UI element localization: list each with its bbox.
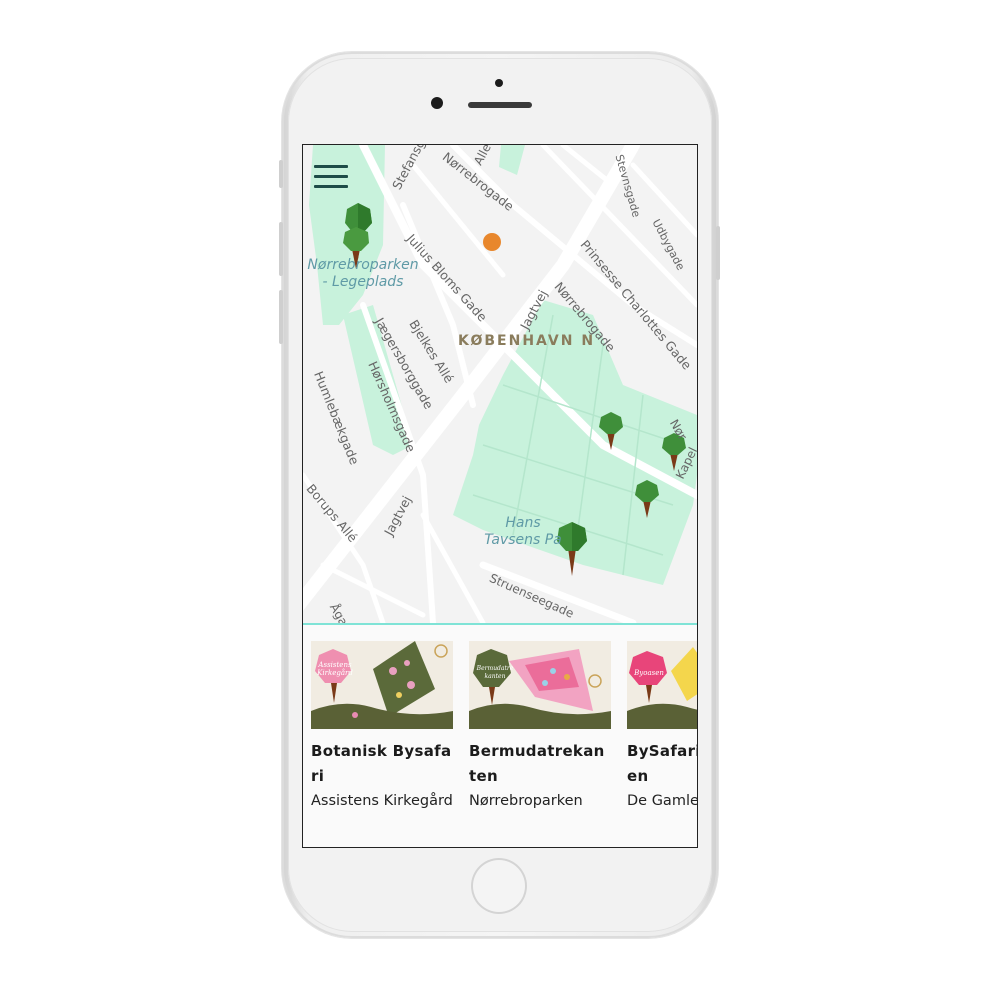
place-label-line: Hans	[505, 515, 541, 531]
tour-card-thumbnail: Assistens Kirkegård	[311, 641, 453, 729]
app-screen: KØBENHAVN N Nørrebroparken - Legeplads H…	[302, 144, 698, 848]
thumb-label: Byoasen	[634, 669, 664, 677]
hamburger-menu-icon[interactable]	[314, 165, 348, 191]
map-view[interactable]: KØBENHAVN N Nørrebroparken - Legeplads H…	[303, 145, 697, 623]
place-label-line: - Legeplads	[322, 274, 404, 290]
place-label-line: Nørrebroparken	[307, 257, 419, 273]
tour-card-title: Bermudatrekanten	[469, 742, 605, 785]
district-label: KØBENHAVN N	[458, 333, 596, 349]
location-marker[interactable]	[483, 233, 501, 251]
tree-icon[interactable]	[634, 478, 660, 518]
volume-up-button[interactable]	[279, 222, 283, 276]
tour-card[interactable]: Bermudatrekanten Bermudatrekanten Nørreb…	[469, 641, 611, 814]
power-button[interactable]	[716, 226, 720, 280]
tour-card-subtitle: De Gamle	[627, 793, 697, 809]
tour-card-subtitle: Assistens Kirkegård	[311, 793, 453, 809]
tour-card-thumbnail: Byoasen	[627, 641, 697, 729]
tour-card-subtitle: Nørrebroparken	[469, 793, 583, 809]
proximity-sensor	[495, 79, 503, 87]
front-camera	[431, 97, 443, 109]
volume-down-button[interactable]	[279, 290, 283, 344]
tour-card-list[interactable]: Assistens Kirkegård Botanisk Bysafari As…	[303, 625, 697, 847]
place-label-hans-tavsens: Hans Tavsens Pa	[468, 515, 578, 549]
place-label-line: Tavsens Pa	[484, 532, 562, 548]
home-button[interactable]	[471, 858, 527, 914]
tour-card-title: BySafari ByOasen	[627, 742, 697, 785]
tour-card-title: Botanisk Bysafari	[311, 742, 452, 785]
earpiece-speaker	[468, 102, 532, 108]
tour-card[interactable]: Assistens Kirkegård Botanisk Bysafari As…	[311, 641, 453, 814]
thumb-label: Bermudatrekanten	[476, 665, 514, 680]
tree-icon[interactable]	[598, 410, 624, 450]
tour-card-thumbnail: Bermudatrekanten	[469, 641, 611, 729]
mute-switch[interactable]	[279, 160, 283, 188]
thumb-label: Assistens Kirkegård	[317, 661, 353, 677]
tour-card[interactable]: Byoasen BySafari ByOasen De Gamle	[627, 641, 697, 814]
place-label-norrebroparken: Nørrebroparken - Legeplads	[303, 257, 425, 291]
